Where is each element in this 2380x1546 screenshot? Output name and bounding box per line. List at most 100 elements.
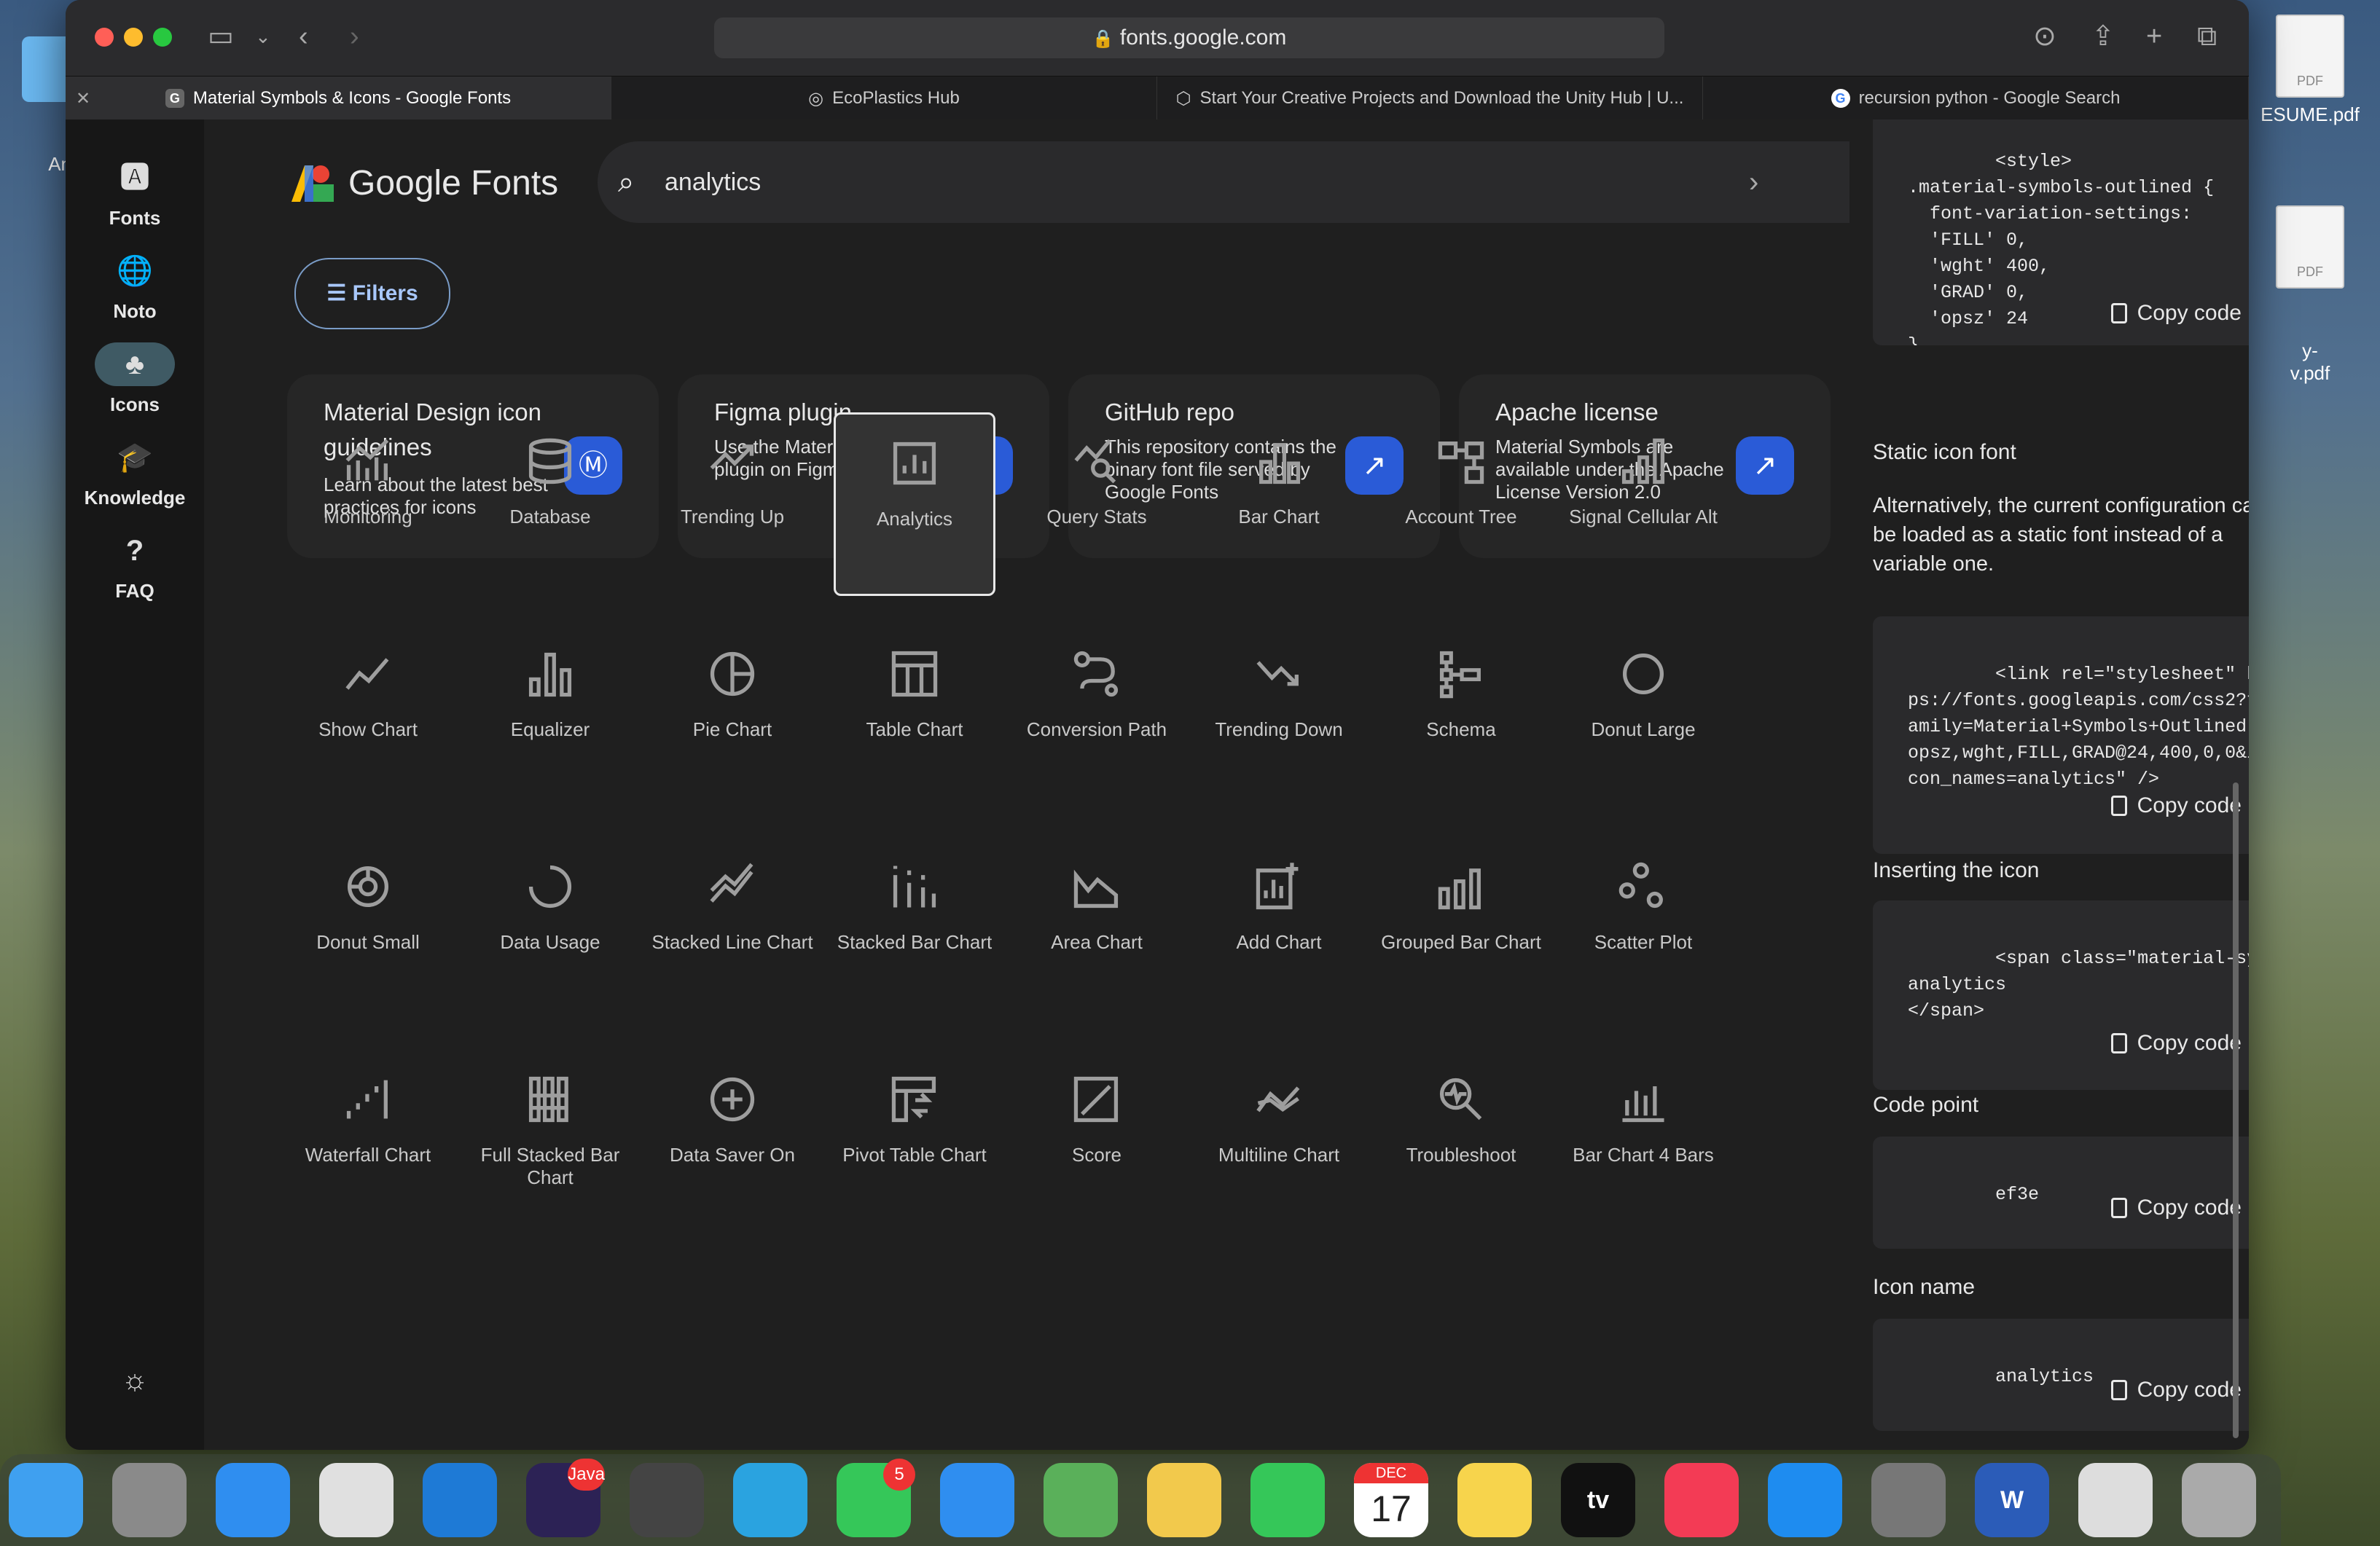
icon-tile-score[interactable]: Score xyxy=(1016,1051,1178,1234)
icon-tile-scatter-plot[interactable]: Scatter Plot xyxy=(1562,838,1724,1021)
icon-tile-show-chart[interactable]: Show Chart xyxy=(287,625,449,809)
search-field[interactable]: ⌕ analytics › xyxy=(598,141,1849,223)
dock-app-unity[interactable] xyxy=(630,1463,704,1537)
forward-icon[interactable]: › xyxy=(350,22,359,51)
data-usage-icon xyxy=(528,865,572,909)
dock-app-messages[interactable]: 5 xyxy=(837,1459,915,1537)
sidebar-toggle-icon[interactable]: ▭ xyxy=(208,22,234,51)
icon-tile-database[interactable]: Database xyxy=(469,412,631,596)
dock-app-calendar[interactable]: DEC 17 xyxy=(1354,1463,1428,1537)
icon-tile-conversion-path[interactable]: Conversion Path xyxy=(1016,625,1178,809)
back-icon[interactable]: ‹ xyxy=(299,22,308,51)
tab-close-icon[interactable]: ✕ xyxy=(76,88,90,109)
tab-material-symbols[interactable]: ✕ G Material Symbols & Icons - Google Fo… xyxy=(66,76,611,120)
rail-item-fonts[interactable]: 🅰 Fonts xyxy=(66,156,204,229)
copy-icon-name-button[interactable]: Copy code xyxy=(2110,1377,2242,1403)
copy-style-code-button[interactable]: Copy code xyxy=(2110,300,2242,326)
dock-app-settings[interactable] xyxy=(1871,1463,1946,1537)
icon-tile-label: Grouped Bar Chart xyxy=(1381,931,1541,953)
icon-tile-stacked-line-chart[interactable]: Stacked Line Chart xyxy=(651,838,813,1021)
share-icon[interactable]: ⇪ xyxy=(2091,22,2115,51)
dock-app-trash[interactable] xyxy=(2182,1463,2256,1537)
google-fonts-logo[interactable]: Google Fonts xyxy=(291,163,558,203)
icon-tile-schema[interactable]: Schema xyxy=(1380,625,1542,809)
icon-tile-trending-down[interactable]: Trending Down xyxy=(1198,625,1360,809)
grouped-bar-chart-icon xyxy=(1438,868,1481,910)
side-panel-scrollbar[interactable] xyxy=(2233,782,2239,1438)
dock-app-photos[interactable] xyxy=(1147,1463,1221,1537)
donut-small-icon xyxy=(347,866,389,907)
dock-app-safari[interactable] xyxy=(216,1463,290,1537)
icon-tile-bar-chart[interactable]: Bar Chart xyxy=(1198,412,1360,596)
icon-tile-data-usage[interactable]: Data Usage xyxy=(469,838,631,1021)
theme-toggle-button[interactable]: ☼ xyxy=(66,1358,204,1409)
chevron-right-icon[interactable]: › xyxy=(1749,141,1758,223)
dock-app-music[interactable] xyxy=(1664,1463,1739,1537)
dock-app-notes[interactable] xyxy=(1457,1463,1532,1537)
icon-tile-area-chart[interactable]: Area Chart xyxy=(1016,838,1178,1021)
zoom-window-button[interactable] xyxy=(153,28,172,47)
icon-tile-analytics[interactable]: Analytics xyxy=(834,412,995,596)
dock-app-maps[interactable] xyxy=(1044,1463,1118,1537)
desktop-pdf[interactable]: y- v.pdf xyxy=(2244,160,2376,407)
shapes-icon: ♣ xyxy=(95,342,175,386)
icon-tile-troubleshoot[interactable]: Troubleshoot xyxy=(1380,1051,1542,1234)
new-tab-icon[interactable]: + xyxy=(2146,22,2162,51)
navigation-rail: 🅰 Fonts 🌐 Noto ♣ Icons 🎓 Knowledge ? FAQ… xyxy=(66,119,254,1450)
dock-app-word[interactable]: W xyxy=(1975,1463,2049,1537)
icon-tile-account-tree[interactable]: Account Tree xyxy=(1380,412,1542,596)
icon-tile-table-chart[interactable]: Table Chart xyxy=(834,625,995,809)
icon-tile-query-stats[interactable]: Query Stats xyxy=(1016,412,1178,596)
dock-app-launchpad[interactable] xyxy=(112,1463,187,1537)
icon-tile-equalizer[interactable]: Equalizer xyxy=(469,625,631,809)
tab-unity[interactable]: ⬡ Start Your Creative Projects and Downl… xyxy=(1157,76,1703,120)
dock-app-chrome[interactable] xyxy=(319,1463,394,1537)
icon-tile-full-stacked-bar-chart[interactable]: Full Stacked Bar Chart xyxy=(469,1051,631,1234)
tab-ecoplastics[interactable]: ◎ EcoPlastics Hub xyxy=(611,76,1157,120)
dock-app-tv[interactable]: tv xyxy=(1561,1463,1635,1537)
minimize-window-button[interactable] xyxy=(124,28,143,47)
address-bar[interactable]: 🔒 fonts.google.com xyxy=(714,17,1664,58)
icon-tile-pivot-table-chart[interactable]: Pivot Table Chart xyxy=(834,1051,995,1234)
copy-insert-code-button[interactable]: Copy code xyxy=(2110,1030,2242,1056)
tab-overview-icon[interactable]: ⧉ xyxy=(2197,22,2217,51)
dock-app-telegram[interactable] xyxy=(733,1463,807,1537)
tab-google-search[interactable]: G recursion python - Google Search xyxy=(1703,76,2249,120)
rail-item-knowledge[interactable]: 🎓 Knowledge xyxy=(66,436,204,509)
icon-tile-multiline-chart[interactable]: Multiline Chart xyxy=(1198,1051,1360,1234)
dock-app-app-store[interactable] xyxy=(1768,1463,1842,1537)
dock-app-mail[interactable] xyxy=(940,1463,1014,1537)
dock-app-finder[interactable] xyxy=(9,1463,83,1537)
icon-tile-waterfall-chart[interactable]: Waterfall Chart xyxy=(287,1051,449,1234)
dock-app-facetime[interactable] xyxy=(1250,1463,1325,1537)
icon-tile-grouped-bar-chart[interactable]: Grouped Bar Chart xyxy=(1380,838,1542,1021)
icon-tile-bar-chart-4-bars[interactable]: Bar Chart 4 Bars xyxy=(1562,1051,1724,1234)
dock-app-vs-code[interactable] xyxy=(423,1463,497,1537)
icon-tile-signal-cellular-alt[interactable]: Signal Cellular Alt xyxy=(1562,412,1724,596)
filters-button[interactable]: ☰ Filters xyxy=(294,258,450,329)
download-icon[interactable]: ⊙ xyxy=(2033,22,2056,51)
desktop-pdf[interactable]: ESUME.pdf xyxy=(2244,15,2376,126)
icon-tile-monitoring[interactable]: Monitoring xyxy=(287,412,449,596)
icon-tile-label: Pivot Table Chart xyxy=(842,1144,987,1166)
close-window-button[interactable] xyxy=(95,28,114,47)
copy-codepoint-button[interactable]: Copy code xyxy=(2110,1195,2242,1221)
rail-item-faq[interactable]: ? FAQ xyxy=(66,529,204,603)
icon-tile-donut-small[interactable]: Donut Small xyxy=(287,838,449,1021)
icon-tile-trending-up[interactable]: Trending Up xyxy=(651,412,813,596)
icon-tile-label: Donut Small xyxy=(316,931,420,953)
icon-tile-add-chart[interactable]: Add Chart xyxy=(1198,838,1360,1021)
icon-tile-stacked-bar-chart[interactable]: Stacked Bar Chart xyxy=(834,838,995,1021)
icon-tile-donut-large[interactable]: Donut Large xyxy=(1562,625,1724,809)
icon-tile-data-saver-on[interactable]: Data Saver On xyxy=(651,1051,813,1234)
iconname-code-block: analytics Copy code xyxy=(1873,1319,2249,1431)
equalizer-icon xyxy=(528,652,572,697)
rail-item-noto[interactable]: 🌐 Noto xyxy=(66,249,204,323)
chevron-down-icon[interactable]: ⌄ xyxy=(255,22,271,51)
dock-app-preview[interactable] xyxy=(2078,1463,2153,1537)
search-input[interactable]: analytics xyxy=(665,141,761,223)
dock-app-eclipse[interactable]: Java xyxy=(526,1459,605,1537)
rail-item-icons[interactable]: ♣ Icons xyxy=(66,342,204,416)
icon-tile-pie-chart[interactable]: Pie Chart xyxy=(651,625,813,809)
copy-link-code-button[interactable]: Copy code xyxy=(2110,793,2242,819)
